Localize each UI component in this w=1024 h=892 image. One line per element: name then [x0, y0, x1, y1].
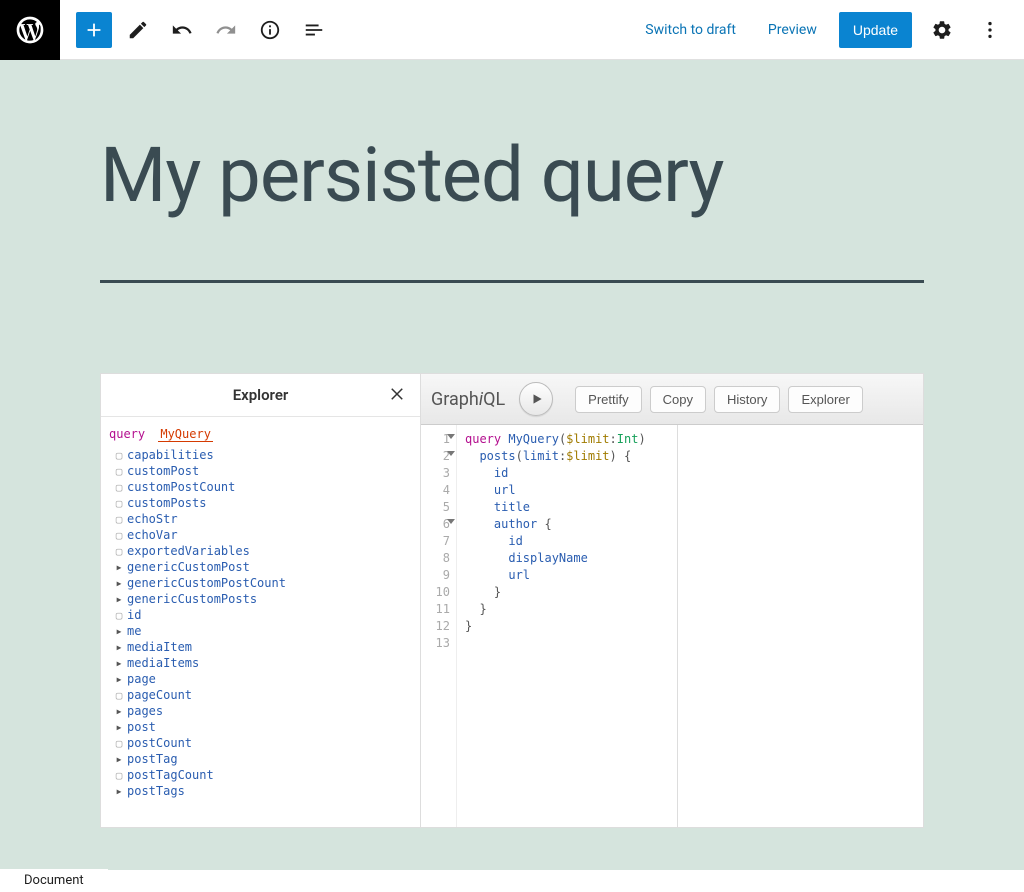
checkbox-icon — [113, 481, 125, 494]
field-item-genericCustomPostCount[interactable]: genericCustomPostCount — [113, 575, 412, 591]
expand-icon — [113, 627, 125, 636]
checkbox-icon — [113, 545, 125, 558]
explorer-title: Explorer — [233, 386, 289, 404]
expand-icon — [113, 675, 125, 684]
edit-icon[interactable] — [120, 12, 156, 48]
field-list: capabilitiescustomPostcustomPostCountcus… — [109, 447, 412, 799]
prettify-button[interactable]: Prettify — [575, 386, 641, 413]
page-title[interactable]: My persisted query — [100, 130, 924, 220]
checkbox-icon — [113, 465, 125, 478]
field-item-genericCustomPosts[interactable]: genericCustomPosts — [113, 591, 412, 607]
expand-icon — [113, 707, 125, 716]
settings-icon[interactable] — [924, 12, 960, 48]
field-item-postCount[interactable]: postCount — [113, 735, 412, 751]
toolbar-left-group — [60, 12, 348, 48]
field-item-post[interactable]: post — [113, 719, 412, 735]
field-item-me[interactable]: me — [113, 623, 412, 639]
field-item-echoStr[interactable]: echoStr — [113, 511, 412, 527]
expand-icon — [113, 755, 125, 764]
checkbox-icon — [113, 449, 125, 462]
toolbar-right-group: Switch to draft Preview Update — [619, 12, 1024, 48]
checkbox-icon — [113, 769, 125, 782]
top-toolbar: Switch to draft Preview Update — [0, 0, 1024, 60]
field-item-page[interactable]: page — [113, 671, 412, 687]
field-item-echoVar[interactable]: echoVar — [113, 527, 412, 543]
expand-icon — [113, 563, 125, 572]
field-item-id[interactable]: id — [113, 607, 412, 623]
add-block-button[interactable] — [76, 12, 112, 48]
preview-button[interactable]: Preview — [758, 16, 827, 44]
field-item-pages[interactable]: pages — [113, 703, 412, 719]
results-pane — [678, 425, 923, 827]
footer-document-label[interactable]: Document — [0, 869, 108, 892]
graphiql-logo: GraphiQL — [431, 389, 505, 410]
expand-icon — [113, 595, 125, 604]
editor-content-area: My persisted query Explorer query MyQuer… — [0, 60, 1024, 870]
field-item-capabilities[interactable]: capabilities — [113, 447, 412, 463]
more-options-icon[interactable] — [972, 12, 1008, 48]
expand-icon — [113, 579, 125, 588]
copy-button[interactable]: Copy — [650, 386, 706, 413]
title-divider — [100, 280, 924, 283]
code-area[interactable]: query MyQuery($limit:Int) posts(limit:$l… — [457, 425, 677, 827]
info-icon[interactable] — [252, 12, 288, 48]
checkbox-icon — [113, 497, 125, 510]
graphiql-block: Explorer query MyQuery capabilitiescusto… — [100, 373, 924, 828]
explorer-body: query MyQuery capabilitiescustomPostcust… — [101, 417, 420, 827]
checkbox-icon — [113, 609, 125, 622]
explorer-panel: Explorer query MyQuery capabilitiescusto… — [101, 374, 421, 827]
execute-button[interactable] — [519, 382, 553, 416]
explorer-header: Explorer — [101, 374, 420, 417]
field-item-customPosts[interactable]: customPosts — [113, 495, 412, 511]
query-editor[interactable]: 12345678910111213 query MyQuery($limit:I… — [421, 425, 678, 827]
checkbox-icon — [113, 529, 125, 542]
redo-icon[interactable] — [208, 12, 244, 48]
field-item-genericCustomPost[interactable]: genericCustomPost — [113, 559, 412, 575]
undo-icon[interactable] — [164, 12, 200, 48]
explorer-button[interactable]: Explorer — [788, 386, 862, 413]
checkbox-icon — [113, 689, 125, 702]
graphiql-main: GraphiQL Prettify Copy History Explorer … — [421, 374, 923, 827]
field-item-exportedVariables[interactable]: exportedVariables — [113, 543, 412, 559]
field-item-customPostCount[interactable]: customPostCount — [113, 479, 412, 495]
field-item-postTagCount[interactable]: postTagCount — [113, 767, 412, 783]
field-item-pageCount[interactable]: pageCount — [113, 687, 412, 703]
field-item-mediaItem[interactable]: mediaItem — [113, 639, 412, 655]
field-item-mediaItems[interactable]: mediaItems — [113, 655, 412, 671]
expand-icon — [113, 723, 125, 732]
outline-icon[interactable] — [296, 12, 332, 48]
history-button[interactable]: History — [714, 386, 780, 413]
field-item-postTags[interactable]: postTags — [113, 783, 412, 799]
expand-icon — [113, 659, 125, 668]
query-declaration[interactable]: query MyQuery — [109, 427, 412, 441]
expand-icon — [113, 643, 125, 652]
editor-wrap: 12345678910111213 query MyQuery($limit:I… — [421, 425, 923, 827]
checkbox-icon — [113, 513, 125, 526]
field-item-postTag[interactable]: postTag — [113, 751, 412, 767]
wordpress-logo[interactable] — [0, 0, 60, 60]
line-gutter: 12345678910111213 — [421, 425, 457, 827]
graphiql-toolbar: GraphiQL Prettify Copy History Explorer — [421, 374, 923, 425]
close-icon[interactable] — [388, 385, 408, 405]
switch-to-draft-button[interactable]: Switch to draft — [635, 16, 746, 44]
checkbox-icon — [113, 737, 125, 750]
field-item-customPost[interactable]: customPost — [113, 463, 412, 479]
expand-icon — [113, 787, 125, 796]
update-button[interactable]: Update — [839, 12, 912, 48]
